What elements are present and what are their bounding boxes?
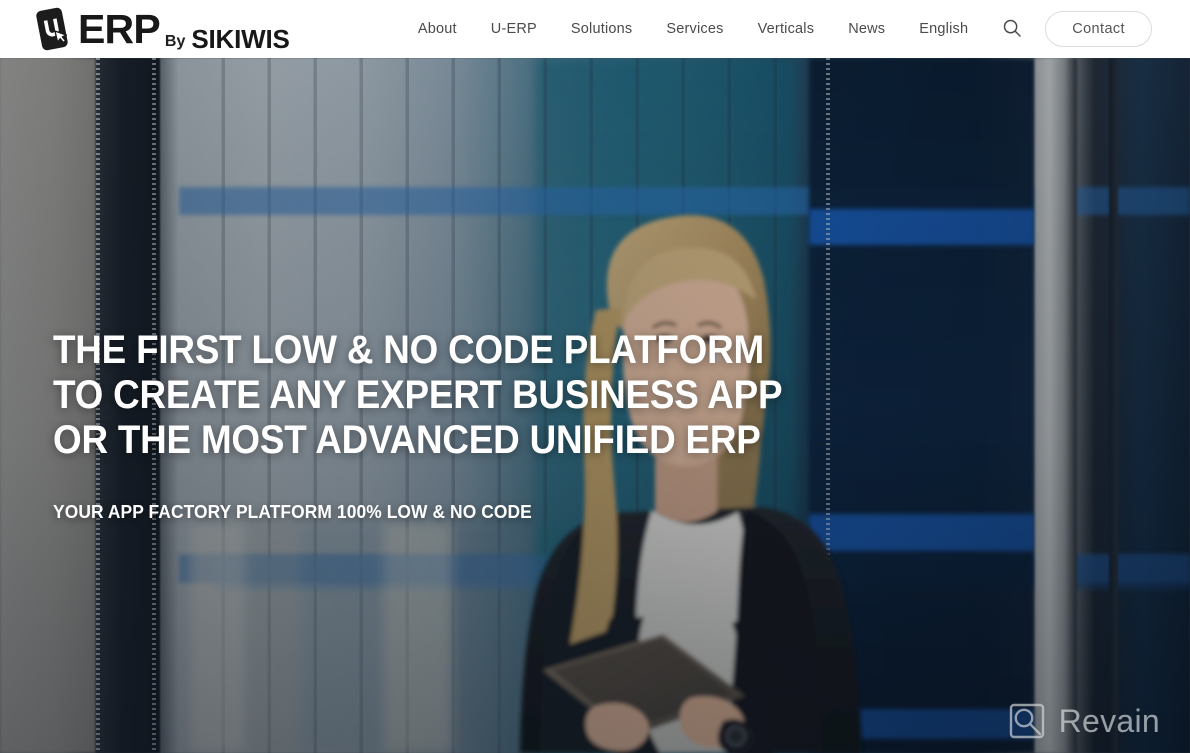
nav-item-verticals[interactable]: Verticals bbox=[741, 21, 832, 37]
search-icon bbox=[1002, 18, 1022, 41]
logo-company-text: SIKIWIS bbox=[191, 24, 290, 54]
nav-item-solutions[interactable]: Solutions bbox=[554, 21, 649, 37]
tablet-cursor-icon bbox=[30, 5, 74, 53]
hero-headline-line-3: OR THE MOST ADVANCED UNIFIED ERP bbox=[53, 418, 761, 462]
nav-item-services[interactable]: Services bbox=[649, 21, 740, 37]
hero-section: THE FIRST LOW & NO CODE PLATFORM TO CREA… bbox=[0, 58, 1190, 753]
hero-copy: THE FIRST LOW & NO CODE PLATFORM TO CREA… bbox=[53, 328, 813, 523]
nav-item-news[interactable]: News bbox=[831, 21, 902, 37]
logo-erp-text: ERP bbox=[78, 5, 161, 52]
hero-headline-line-2: TO CREATE ANY EXPERT BUSINESS APP bbox=[53, 373, 783, 417]
nav-item-about[interactable]: About bbox=[401, 21, 474, 37]
nav-item-english[interactable]: English bbox=[902, 21, 985, 37]
main-navigation: About U-ERP Solutions Services Verticals… bbox=[401, 21, 985, 37]
hero-headline-line-1: THE FIRST LOW & NO CODE PLATFORM bbox=[53, 328, 764, 372]
site-header: ERP By SIKIWIS About U-ERP Solutions Ser… bbox=[0, 0, 1190, 58]
hero-subheadline: YOUR APP FACTORY PLATFORM 100% LOW & NO … bbox=[53, 501, 532, 522]
nav-item-u-erp[interactable]: U-ERP bbox=[474, 21, 554, 37]
logo-by-text: By bbox=[164, 33, 186, 50]
search-button[interactable] bbox=[995, 12, 1029, 46]
contact-button[interactable]: Contact bbox=[1045, 11, 1152, 47]
logo[interactable]: ERP By SIKIWIS bbox=[30, 5, 290, 53]
